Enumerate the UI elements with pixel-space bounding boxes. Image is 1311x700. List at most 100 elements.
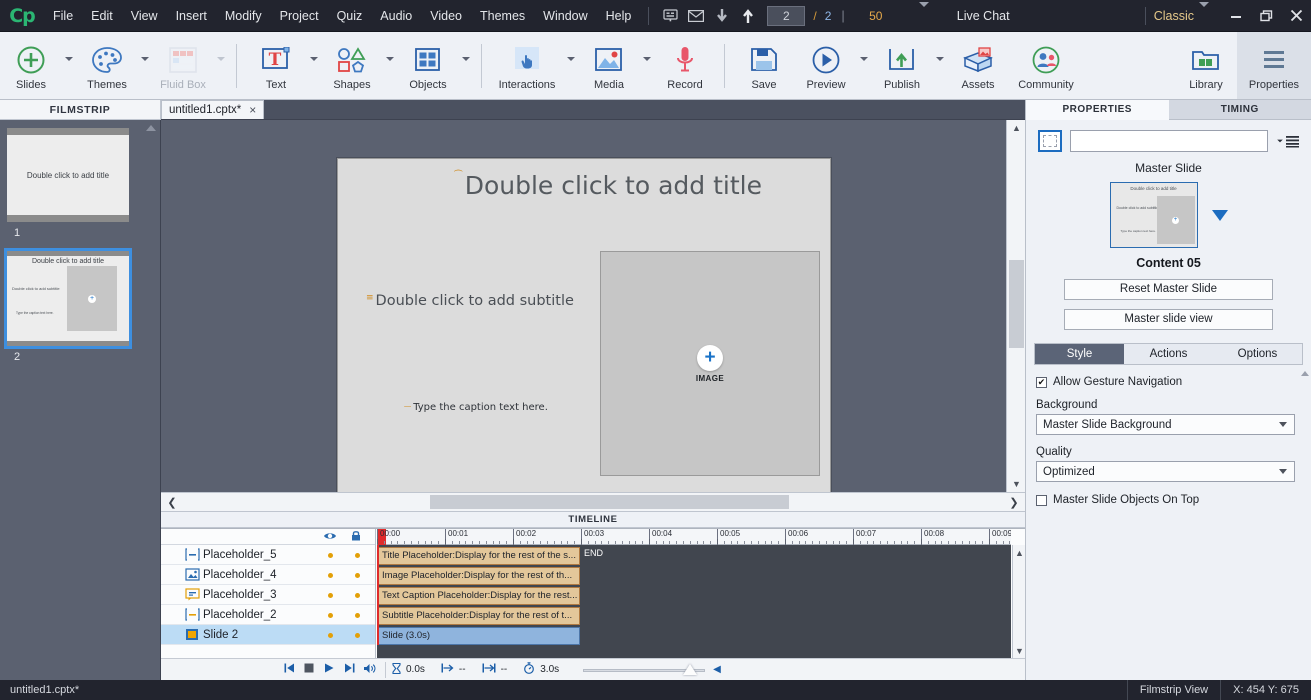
volume-icon[interactable] [359,663,379,677]
slide-thumbnail[interactable]: Double click to add title [7,128,129,222]
tab-properties[interactable]: PROPERTIES [1026,100,1169,120]
library-button[interactable]: Library [1175,32,1237,99]
presentation-icon[interactable] [657,4,683,28]
workspace-dropdown-icon[interactable] [1199,1,1209,25]
checkbox[interactable]: ✔ [1036,376,1047,388]
slides-dropdown-icon[interactable] [62,42,76,76]
background-select[interactable]: Master Slide Background [1036,414,1295,435]
slide-subtitle-placeholder[interactable]: ≡ Double click to add subtitle [366,293,574,309]
slide-canvas-area[interactable]: ⏜Double click to add title ≡ Double click… [161,120,1025,492]
status-view-mode[interactable]: Filmstrip View [1126,680,1220,700]
timeline-bar[interactable]: Image Placeholder:Display for the rest o… [377,567,580,585]
subtab-options[interactable]: Options [1213,344,1302,364]
shapes-dropdown-icon[interactable] [383,42,397,76]
community-button[interactable]: Community [1009,32,1083,99]
restore-icon[interactable] [1251,0,1281,32]
timeline-zoom-slider[interactable] [583,663,706,676]
timeline-bar[interactable]: Text Caption Placeholder:Display for the… [377,587,580,605]
master-slide-thumbnail[interactable]: Double click to add title Double click t… [1109,182,1198,248]
canvas-vertical-scrollbar[interactable]: ▲ ▼ [1006,120,1025,492]
allow-gesture-navigation-row[interactable]: ✔ Allow Gesture Navigation [1036,376,1301,388]
zoom-level-value[interactable]: 50 [855,9,897,23]
chevron-down-icon[interactable] [1279,469,1287,474]
menu-modify[interactable]: Modify [216,3,271,29]
text-button[interactable]: T Text [245,32,307,99]
objects-dropdown-icon[interactable] [459,42,473,76]
table-row[interactable]: Placeholder_5 [161,545,375,565]
scroll-right-icon[interactable]: ❯ [1003,496,1025,509]
slide-caption-placeholder[interactable]: ⏤ Type the caption text here. [404,402,548,413]
subtab-style[interactable]: Style [1035,344,1124,364]
scrollbar-thumb[interactable] [430,495,789,509]
filmstrip-slide-1[interactable]: Double click to add title 1 [0,120,160,239]
step-forward-icon[interactable] [339,663,359,676]
visibility-toggle[interactable] [328,593,333,598]
lock-toggle[interactable] [355,633,360,638]
themes-dropdown-icon[interactable] [138,42,152,76]
master-objects-on-top-row[interactable]: Master Slide Objects On Top [1036,494,1301,506]
filmstrip-slide-2[interactable]: Double click to add title Double click t… [0,248,160,363]
slide-swatch-icon[interactable] [1038,130,1062,152]
filmstrip-panel[interactable]: Double click to add title 1 Double click… [0,120,161,680]
menu-help[interactable]: Help [597,3,641,29]
slider-handle[interactable] [683,663,698,675]
download-arrow-icon[interactable] [709,4,735,28]
timeline-tracks-area[interactable]: 00:00 00:01 00:02 00:03 00:04 00:05 00:0… [377,529,1011,659]
upload-arrow-icon[interactable] [735,4,761,28]
filmstrip-scroll-up-icon[interactable] [146,125,156,131]
table-row[interactable]: Slide 2 [161,625,375,645]
quality-select[interactable]: Optimized [1036,461,1295,482]
scroll-left-icon[interactable]: ❮ [161,496,183,509]
preview-button[interactable]: Preview [795,32,857,99]
menu-quiz[interactable]: Quiz [328,3,372,29]
themes-button[interactable]: Themes [76,32,138,99]
visibility-toggle[interactable] [328,633,333,638]
timeline-panel[interactable]: Placeholder_5 Placeholder_4 Placeholder_… [161,528,1025,680]
fluid-box-dropdown-icon[interactable] [214,42,228,76]
close-icon[interactable]: × [249,103,256,117]
visibility-toggle[interactable] [328,573,333,578]
timeline-vertical-scrollbar[interactable]: ▲ ▼ [1012,545,1025,659]
subtab-actions[interactable]: Actions [1124,344,1213,364]
lock-icon[interactable] [351,530,361,544]
live-chat-link[interactable]: Live Chat [957,9,1010,23]
interactions-button[interactable]: Interactions [490,32,564,99]
fluid-box-button[interactable]: Fluid Box [152,32,214,99]
play-icon[interactable] [319,663,339,676]
timeline-ruler[interactable]: 00:00 00:01 00:02 00:03 00:04 00:05 00:0… [377,529,1011,545]
slide-title-placeholder[interactable]: ⏜Double click to add title [408,171,808,200]
minimize-icon[interactable] [1221,0,1251,32]
properties-button[interactable]: Properties [1237,32,1311,99]
slide-thumbnail[interactable]: Double click to add title Double click t… [4,248,132,349]
master-slide-view-button[interactable]: Master slide view [1064,309,1273,330]
panel-menu-icon[interactable] [1276,135,1299,148]
scroll-up-icon[interactable]: ▲ [1007,120,1026,136]
close-icon[interactable] [1281,0,1311,32]
timeline-bar[interactable]: Subtitle Placeholder:Display for the res… [377,607,580,625]
timeline-bar[interactable]: Slide (3.0s) [377,627,580,645]
chevron-down-icon[interactable] [1279,422,1287,427]
scrollbar-track[interactable] [183,495,1003,509]
media-button[interactable]: Media [578,32,640,99]
menu-file[interactable]: File [44,3,82,29]
assets-button[interactable]: Assets [947,32,1009,99]
media-dropdown-icon[interactable] [640,42,654,76]
reset-master-slide-button[interactable]: Reset Master Slide [1064,279,1273,300]
workspace-name[interactable]: Classic [1154,9,1194,23]
save-button[interactable]: Save [733,32,795,99]
menu-themes[interactable]: Themes [471,3,534,29]
menu-video[interactable]: Video [421,3,471,29]
table-row[interactable]: Placeholder_4 [161,565,375,585]
menu-window[interactable]: Window [534,3,596,29]
lock-toggle[interactable] [355,593,360,598]
mail-icon[interactable] [683,4,709,28]
slide-editing-surface[interactable]: ⏜Double click to add title ≡ Double click… [337,158,831,492]
menu-view[interactable]: View [122,3,167,29]
rewind-icon[interactable] [279,663,299,676]
checkbox[interactable] [1036,494,1047,506]
objects-button[interactable]: Objects [397,32,459,99]
menu-audio[interactable]: Audio [371,3,421,29]
slides-button[interactable]: Slides [0,32,62,99]
stop-icon[interactable] [299,663,319,676]
timeline-bar[interactable]: Title Placeholder:Display for the rest o… [377,547,580,565]
